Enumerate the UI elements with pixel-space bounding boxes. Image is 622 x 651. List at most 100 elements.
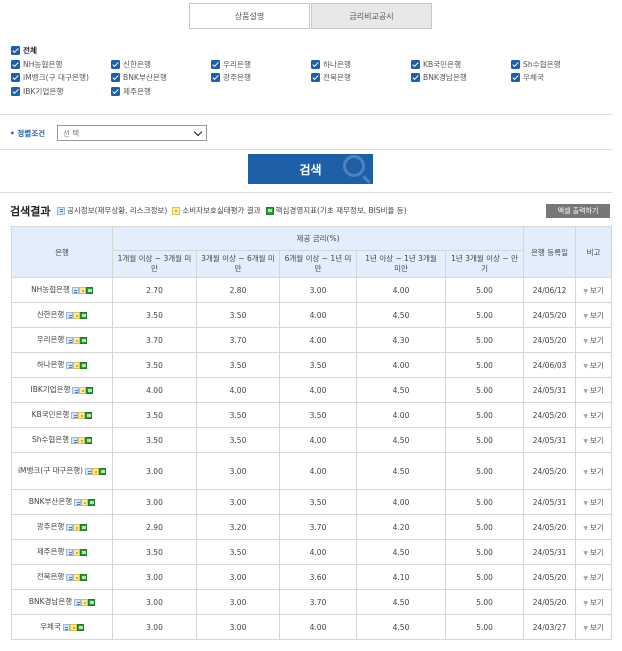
bank-checkbox[interactable]: 전북은행 — [311, 72, 411, 83]
search-button[interactable]: 검색 — [248, 154, 373, 184]
tab-rate-comparison[interactable]: 금리비교공시 — [311, 3, 432, 29]
bank-name[interactable]: 전북은행 — [37, 572, 65, 581]
key-indicators-icon[interactable] — [86, 387, 94, 395]
disclosure-icon[interactable] — [72, 387, 80, 395]
table-row: IBK기업은행4.004.004.004.505.0024/05/31보기 — [11, 377, 613, 403]
bank-name[interactable]: BNK경남은행 — [29, 597, 72, 606]
view-link[interactable]: 보기 — [583, 523, 603, 532]
disclosure-icon[interactable] — [66, 362, 74, 370]
key-indicators-icon[interactable] — [88, 499, 96, 507]
view-link[interactable]: 보기 — [583, 361, 603, 370]
bank-checkbox[interactable]: 광주은행 — [211, 72, 311, 83]
consumer-protection-icon[interactable] — [81, 599, 89, 607]
bank-checkbox[interactable]: Sh수협은행 — [511, 59, 611, 70]
rate-cell: 4.50 — [356, 377, 446, 403]
consumer-protection-icon[interactable] — [73, 549, 81, 557]
key-indicators-icon[interactable] — [88, 599, 96, 607]
consumer-protection-icon[interactable] — [69, 624, 77, 632]
bank-checkbox[interactable]: 우체국 — [511, 72, 611, 83]
bank-name[interactable]: 우체국 — [40, 622, 61, 631]
key-indicators-icon[interactable] — [80, 337, 88, 345]
rate-cell: 4.00 — [279, 539, 357, 565]
consumer-protection-icon[interactable] — [78, 287, 86, 295]
bank-name[interactable]: KB국민은행 — [32, 410, 70, 419]
disclosure-icon[interactable] — [74, 499, 82, 507]
consumer-protection-icon[interactable] — [73, 362, 81, 370]
disclosure-icon[interactable] — [66, 574, 74, 582]
consumer-protection-icon[interactable] — [92, 468, 100, 476]
view-link[interactable]: 보기 — [583, 467, 603, 476]
view-link[interactable]: 보기 — [583, 598, 603, 607]
bank-checkbox[interactable]: BNK경남은행 — [411, 72, 511, 83]
disclosure-icon[interactable] — [74, 599, 82, 607]
key-indicators-icon[interactable] — [80, 524, 88, 532]
bank-name[interactable]: IBK기업은행 — [31, 385, 71, 394]
view-link[interactable]: 보기 — [583, 411, 603, 420]
table-row: 전북은행3.003.003.604.105.0024/05/20보기 — [11, 564, 613, 590]
bank-name[interactable]: NH농협은행 — [31, 285, 70, 294]
bank-checkbox[interactable]: IBK기업은행 — [11, 86, 111, 97]
view-link[interactable]: 보기 — [583, 311, 603, 320]
view-link[interactable]: 보기 — [583, 286, 603, 295]
checkbox-icon — [111, 73, 120, 83]
view-link[interactable]: 보기 — [583, 498, 603, 507]
bank-checkbox[interactable]: 제주은행 — [111, 86, 211, 97]
consumer-protection-icon[interactable] — [79, 387, 87, 395]
consumer-protection-icon[interactable] — [78, 412, 86, 420]
bank-checkbox[interactable]: BNK부산은행 — [111, 72, 211, 83]
consumer-protection-icon[interactable] — [78, 437, 86, 445]
bank-name[interactable]: Sh수협은행 — [32, 435, 69, 444]
checkbox-label: 전북은행 — [323, 73, 351, 83]
bank-info-icons — [66, 547, 88, 558]
bank-name[interactable]: 제주은행 — [37, 547, 65, 556]
bank-checkbox[interactable]: 하나은행 — [311, 59, 411, 70]
disclosure-icon[interactable] — [71, 287, 79, 295]
bank-checkbox[interactable]: KB국민은행 — [411, 59, 511, 70]
disclosure-icon[interactable] — [85, 468, 93, 476]
consumer-protection-icon[interactable] — [73, 574, 81, 582]
key-indicators-icon[interactable] — [85, 412, 93, 420]
key-indicators-icon[interactable] — [80, 362, 88, 370]
key-indicators-icon[interactable] — [80, 574, 88, 582]
key-indicators-icon[interactable] — [80, 312, 88, 320]
disclosure-icon[interactable] — [66, 337, 74, 345]
bank-name[interactable]: 광주은행 — [37, 522, 65, 531]
header-period: 1개월 이상 ~ 3개월 미만 — [112, 250, 197, 278]
disclosure-icon[interactable] — [66, 524, 74, 532]
bank-name[interactable]: iM뱅크(구 대구은행) — [18, 466, 83, 475]
consumer-protection-icon[interactable] — [73, 312, 81, 320]
view-link[interactable]: 보기 — [583, 386, 603, 395]
bank-name[interactable]: BNK부산은행 — [29, 497, 72, 506]
disclosure-icon[interactable] — [71, 412, 79, 420]
key-indicators-icon[interactable] — [85, 287, 93, 295]
consumer-protection-icon[interactable] — [73, 337, 81, 345]
disclosure-icon[interactable] — [66, 312, 74, 320]
view-link[interactable]: 보기 — [583, 573, 603, 582]
rate-cell: 4.00 — [356, 402, 446, 428]
key-indicators-icon[interactable] — [99, 468, 107, 476]
checkbox-all[interactable]: 전체 — [11, 45, 111, 56]
consumer-protection-icon[interactable] — [81, 499, 89, 507]
sort-select[interactable]: 선 택 — [57, 125, 207, 141]
checkbox-label: Sh수협은행 — [523, 59, 561, 69]
view-link[interactable]: 보기 — [583, 548, 603, 557]
bank-checkbox[interactable]: NH농협은행 — [11, 59, 111, 70]
view-link[interactable]: 보기 — [583, 336, 603, 345]
view-link[interactable]: 보기 — [583, 436, 603, 445]
disclosure-icon[interactable] — [62, 624, 70, 632]
tab-product-description[interactable]: 상품설명 — [189, 3, 310, 29]
key-indicators-icon[interactable] — [80, 549, 88, 557]
disclosure-icon[interactable] — [66, 549, 74, 557]
consumer-protection-icon[interactable] — [73, 524, 81, 532]
bank-checkbox[interactable]: 신한은행 — [111, 59, 211, 70]
key-indicators-icon[interactable] — [85, 437, 93, 445]
bank-checkbox[interactable]: iM뱅크(구 대구은행) — [11, 72, 111, 83]
bank-checkbox[interactable]: 우리은행 — [211, 59, 311, 70]
disclosure-icon[interactable] — [71, 437, 79, 445]
excel-export-button[interactable]: 엑셀 출력하기 — [546, 204, 610, 218]
view-link[interactable]: 보기 — [583, 623, 603, 632]
bank-name[interactable]: 신한은행 — [37, 310, 65, 319]
key-indicators-icon[interactable] — [76, 624, 84, 632]
bank-name[interactable]: 우리은행 — [37, 335, 65, 344]
bank-name[interactable]: 하나은행 — [37, 360, 65, 369]
